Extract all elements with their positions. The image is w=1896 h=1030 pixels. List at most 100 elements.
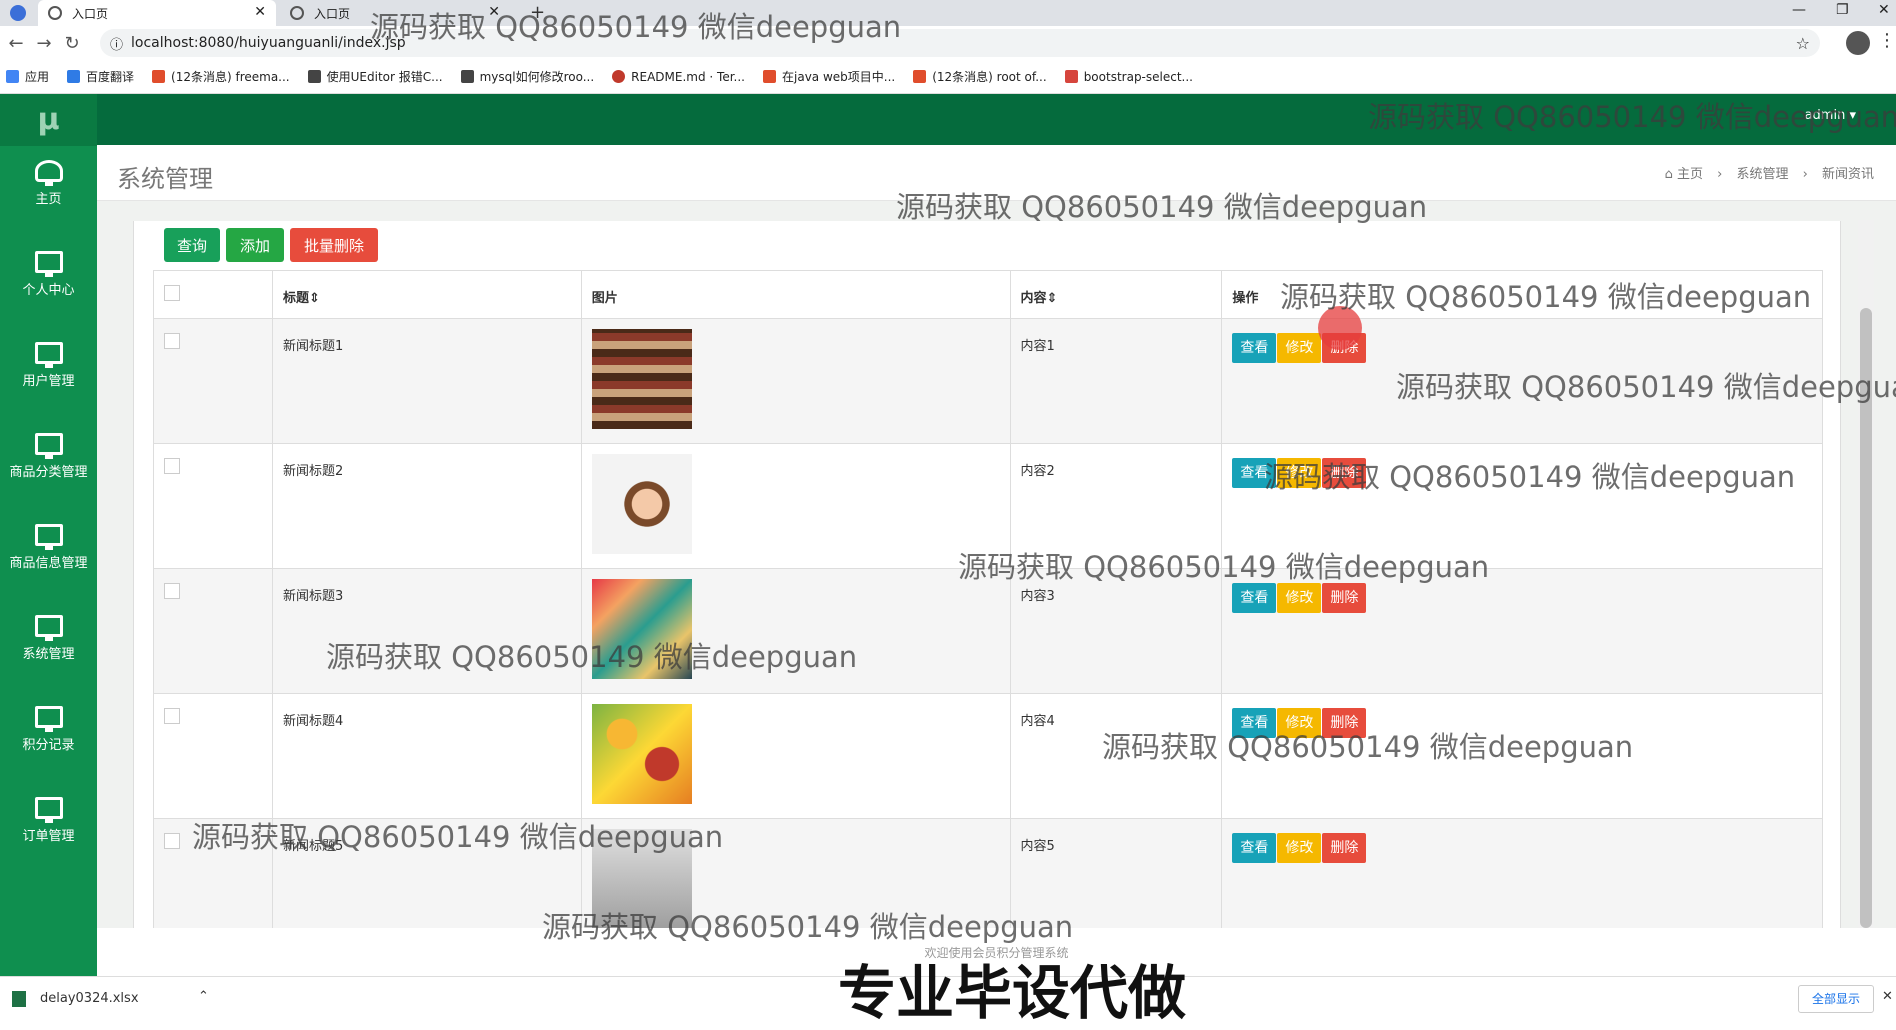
col-title[interactable]: 标题⇕ <box>271 270 582 319</box>
browser-logo-icon <box>10 5 26 21</box>
close-tab-icon[interactable]: ✕ <box>488 4 500 20</box>
browser-tab-1[interactable]: 入口页 ✕ <box>38 0 276 26</box>
bookmark-item[interactable]: mysql如何修改roo... <box>460 68 594 85</box>
bookmark-item[interactable]: README.md · Ter... <box>612 70 745 84</box>
bookmark-label: (12条消息) root of... <box>932 70 1047 84</box>
edit-button[interactable]: 修改 <box>1277 833 1322 863</box>
bookmark-label: 使用UEditor 报错C... <box>326 70 443 84</box>
cursor-highlight <box>1318 306 1362 350</box>
select-all-checkbox[interactable] <box>164 285 180 301</box>
bookmark-label: README.md · Ter... <box>631 69 745 84</box>
batch-delete-button[interactable]: 批量删除 <box>290 228 378 262</box>
view-button[interactable]: 查看 <box>1232 458 1277 488</box>
edit-button[interactable]: 修改 <box>1277 333 1322 363</box>
col-content[interactable]: 内容⇕ <box>1009 270 1223 319</box>
edit-button[interactable]: 修改 <box>1277 583 1322 613</box>
row-content: 内容4 <box>1009 693 1223 819</box>
apps-grid-icon <box>6 70 19 83</box>
sidebar-item-category[interactable]: 商品分类管理 <box>0 433 97 510</box>
view-button[interactable]: 查看 <box>1232 708 1277 738</box>
sort-icon: ⇕ <box>1046 291 1058 306</box>
row-content: 内容2 <box>1009 443 1223 569</box>
row-actions: 查看修改删除 <box>1221 568 1823 694</box>
menu-dots-icon[interactable]: ⋮ <box>1878 30 1896 51</box>
show-all-button[interactable]: 全部显示 <box>1798 985 1874 1013</box>
sidebar-item-system[interactable]: 系统管理 <box>0 615 97 692</box>
csdn-icon <box>763 70 776 83</box>
minimize-icon[interactable]: — <box>1792 2 1806 18</box>
column-label: 内容 <box>1020 291 1047 306</box>
view-button[interactable]: 查看 <box>1232 583 1277 613</box>
monitor-icon <box>34 797 63 823</box>
delete-button[interactable]: 删除 <box>1322 833 1367 863</box>
row-title: 新闻标题3 <box>271 568 582 694</box>
download-file-name[interactable]: delay0324.xlsx <box>40 991 139 1006</box>
sidebar-item-users[interactable]: 用户管理 <box>0 342 97 419</box>
sidebar-item-points[interactable]: 积分记录 <box>0 706 97 783</box>
bookmark-apps[interactable]: 应用 <box>6 68 49 85</box>
app-logo: μ <box>0 94 97 146</box>
bookmark-item[interactable]: (12条消息) root of... <box>913 68 1047 85</box>
bookmark-item[interactable]: 百度翻译 <box>67 68 134 85</box>
reload-icon[interactable]: ↻ <box>58 33 86 54</box>
delete-button[interactable]: 删除 <box>1322 583 1367 613</box>
table-row: 新闻标题3 内容3 查看 修改 删除 <box>153 568 1823 694</box>
profile-icon[interactable] <box>1846 31 1870 55</box>
banner-watermark: 专业毕设代做 <box>838 959 1187 1027</box>
site-icon <box>460 70 474 83</box>
sidebar-item-label: 商品分类管理 <box>9 465 88 480</box>
edit-button[interactable]: 修改 <box>1277 458 1322 488</box>
close-download-bar-icon[interactable]: ✕ <box>1882 989 1893 1004</box>
delete-button[interactable]: 删除 <box>1322 708 1367 738</box>
table-row: 新闻标题1 内容1 查看修改删除 <box>153 318 1823 444</box>
sidebar-item-profile[interactable]: 个人中心 <box>0 251 97 328</box>
row-actions: 查看修改删除 <box>1221 693 1823 819</box>
breadcrumb-current: 新闻资讯 <box>1821 167 1874 182</box>
view-button[interactable]: 查看 <box>1232 833 1277 863</box>
monitor-icon <box>34 524 63 550</box>
new-tab-icon[interactable]: + <box>530 2 545 23</box>
scrollbar-thumb[interactable] <box>1860 308 1872 928</box>
window-close-icon[interactable]: ✕ <box>1878 2 1890 18</box>
sidebar-item-home[interactable]: 主页 <box>0 160 97 237</box>
sidebar-item-orders[interactable]: 订单管理 <box>0 797 97 874</box>
row-checkbox[interactable] <box>164 458 180 474</box>
user-menu[interactable]: admin ▾ <box>1805 108 1856 123</box>
view-button[interactable]: 查看 <box>1232 333 1277 363</box>
breadcrumb-home[interactable]: 主页 <box>1677 167 1703 182</box>
url-field[interactable]: ⓘ localhost:8080/huiyuanguanli/index.jsp… <box>100 29 1820 57</box>
news-image <box>591 329 692 429</box>
query-button[interactable]: 查询 <box>164 228 220 262</box>
row-actions: 查看修改删除 <box>1221 443 1823 569</box>
csdn-icon <box>913 70 927 83</box>
bookmark-item[interactable]: bootstrap-select... <box>1064 69 1193 84</box>
excel-file-icon <box>12 991 26 1007</box>
bookmark-label: 百度翻译 <box>86 70 135 84</box>
news-image <box>591 579 692 679</box>
bookmark-item[interactable]: (12条消息) freema... <box>152 68 290 85</box>
breadcrumb-system[interactable]: 系统管理 <box>1736 167 1788 182</box>
star-icon[interactable]: ☆ <box>1796 34 1810 53</box>
sidebar-item-goods[interactable]: 商品信息管理 <box>0 524 97 601</box>
edit-button[interactable]: 修改 <box>1277 708 1322 738</box>
globe-icon <box>290 6 304 20</box>
chevron-up-icon[interactable]: ⌃ <box>198 989 209 1004</box>
delete-button[interactable]: 删除 <box>1322 458 1367 488</box>
row-checkbox[interactable] <box>164 583 180 599</box>
close-tab-icon[interactable]: ✕ <box>254 4 266 20</box>
restore-icon[interactable]: ❐ <box>1836 2 1849 18</box>
news-image <box>591 829 692 929</box>
row-checkbox[interactable] <box>164 333 180 349</box>
forward-icon[interactable]: → <box>30 33 58 54</box>
bookmark-label: bootstrap-select... <box>1083 69 1193 84</box>
bookmark-item[interactable]: 使用UEditor 报错C... <box>307 68 443 85</box>
add-button[interactable]: 添加 <box>226 228 284 262</box>
table-row: 新闻标题2 内容2 查看 修改 删除 <box>153 443 1823 569</box>
browser-tab-2[interactable]: 入口页 ✕ <box>280 0 510 26</box>
row-actions: 查看修改删除 <box>1221 818 1823 944</box>
row-checkbox[interactable] <box>164 833 180 849</box>
back-icon[interactable]: ← <box>2 33 30 54</box>
row-checkbox[interactable] <box>164 708 180 724</box>
browser-tab-bar: 入口页 ✕ 入口页 ✕ + — ❐ ✕ <box>0 0 1896 26</box>
bookmark-item[interactable]: 在java web项目中... <box>763 68 895 85</box>
